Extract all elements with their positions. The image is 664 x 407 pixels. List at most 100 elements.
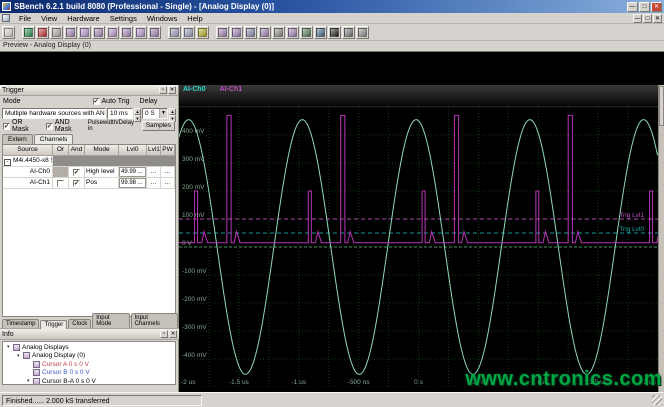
or-checkbox[interactable] [57, 179, 64, 187]
analog-display-button[interactable] [216, 25, 229, 39]
chevron-down-icon[interactable]: ▼ [159, 109, 167, 118]
menu-settings[interactable]: Settings [105, 13, 142, 24]
card-clock-button[interactable] [106, 25, 119, 39]
column-header-lvl0[interactable]: Lvl0 [119, 145, 147, 155]
grid-settings-button[interactable] [356, 25, 369, 39]
tree-item-analog-displays[interactable]: ▾ Analog Displays [3, 343, 175, 352]
float-panel-icon[interactable]: ▫ [160, 330, 168, 338]
fft-display-button[interactable] [244, 25, 257, 39]
tab-extern[interactable]: Extern [2, 134, 33, 144]
export-data-button[interactable] [2, 25, 15, 39]
cross-display-button[interactable] [286, 25, 299, 39]
table-row[interactable]: AI-Ch1 Pos 99.98 ... ... ... [3, 178, 175, 189]
tree-item-cursor-a[interactable]: Cursor A 0 s 0 V [3, 360, 175, 369]
battery-status-button[interactable] [196, 25, 209, 39]
channel-tab-ai-ch1[interactable]: AI-Ch1 [220, 86, 243, 93]
column-header-or[interactable]: Or [53, 145, 69, 155]
svg-text:-300 mV: -300 mV [182, 324, 207, 331]
menu-view[interactable]: View [36, 13, 62, 24]
svg-text:0 s: 0 s [414, 379, 423, 386]
waveform-plot[interactable]: Trig Lvl1 Trig Lvl0 400 mV 300 mV 200 mV 100 … [179, 107, 658, 387]
trigger-mode-cell[interactable]: Pos [85, 178, 119, 188]
column-header-source[interactable]: Source [3, 145, 53, 155]
maximize-button[interactable]: □ [639, 1, 650, 12]
svg-text:-1 us: -1 us [292, 379, 307, 386]
trigger-mode-select[interactable]: Multiple hardware sources with AND/OR ▼ [2, 108, 106, 119]
card-trigger-button[interactable] [92, 25, 105, 39]
mdi-minimize-button[interactable]: — [633, 13, 642, 23]
text-label-button[interactable] [342, 25, 355, 39]
lvl1-cell[interactable]: ... [147, 178, 161, 188]
stop-acquisition-button[interactable] [36, 25, 49, 39]
lvl0-field[interactable]: 99.98 ... [119, 178, 146, 188]
info-panel-header: Info ▫ ✕ [0, 329, 179, 340]
tab-input-mode[interactable]: Input Mode [92, 313, 130, 328]
channel-tab-ai-ch0[interactable]: AI-Ch0 [183, 86, 206, 93]
pw-cell[interactable]: ... [161, 178, 175, 188]
column-header-and[interactable]: And [69, 145, 85, 155]
signal-calc-button[interactable] [314, 25, 327, 39]
close-panel-icon[interactable]: ✕ [169, 330, 177, 338]
multi-display-button[interactable] [258, 25, 271, 39]
card-mode-button[interactable] [134, 25, 147, 39]
trigger-mode-cell[interactable]: High level [85, 167, 119, 177]
trigger-dock-panel: Trigger ▫ ✕ Mode Auto Trig Delay Multipl… [0, 85, 179, 392]
auto-trig-checkbox[interactable] [92, 98, 100, 105]
add-channel-button[interactable] [300, 25, 313, 39]
and-checkbox[interactable] [73, 168, 80, 176]
window-tile-button[interactable] [182, 25, 195, 39]
tab-clock[interactable]: Clock [68, 319, 92, 328]
lvl0-field[interactable]: 49.99 ... [119, 167, 146, 177]
and-mask-checkbox[interactable] [45, 122, 53, 130]
tab-input-channels[interactable]: Input Channels [130, 313, 178, 328]
start-acquisition-button[interactable] [22, 25, 35, 39]
lvl1-cell[interactable]: ... [147, 167, 161, 177]
delay-spinner[interactable]: ▲ ▼ [169, 108, 176, 122]
auto-trig-spinner[interactable]: ▲ ▼ [134, 108, 141, 122]
close-panel-icon[interactable]: ✕ [168, 86, 176, 94]
resize-grip-icon[interactable] [652, 395, 662, 405]
minimize-button[interactable]: — [627, 1, 638, 12]
or-mask-checkbox[interactable] [3, 122, 10, 130]
tree-item-cursor-b-a[interactable]: ▾ Cursor B-A 0 s 0 V [3, 377, 175, 384]
close-button[interactable]: ✕ [651, 1, 662, 12]
window-cascade-button[interactable] [168, 25, 181, 39]
svg-text:0 V: 0 V [182, 240, 192, 247]
tree-item-cursor-b[interactable]: Cursor B 0 s 0 V [3, 369, 175, 378]
column-header-pw[interactable]: PW [161, 145, 175, 155]
preview-canvas[interactable] [0, 51, 664, 85]
preview-display-button[interactable] [50, 25, 63, 39]
delete-display-button[interactable] [328, 25, 341, 39]
card-settings-button[interactable] [64, 25, 77, 39]
card-input-button[interactable] [78, 25, 91, 39]
zoom-display-button[interactable] [272, 25, 285, 39]
auto-trig-time-field[interactable]: 10 ms [107, 108, 133, 119]
and-checkbox[interactable] [73, 179, 80, 187]
digital-display-button[interactable] [230, 25, 243, 39]
menu-file[interactable]: File [14, 13, 36, 24]
collapse-group-icon[interactable]: - [4, 159, 11, 166]
samples-button[interactable]: Samples [141, 121, 175, 131]
float-panel-icon[interactable]: ▫ [159, 86, 167, 94]
card-channels-button[interactable] [148, 25, 161, 39]
pw-cell[interactable]: ... [161, 167, 175, 177]
status-message: Finished...... 2.000 kS transferred [2, 394, 202, 406]
mdi-close-button[interactable]: ✕ [653, 13, 662, 23]
menu-hardware[interactable]: Hardware [62, 13, 105, 24]
menu-windows[interactable]: Windows [142, 13, 182, 24]
tab-trigger[interactable]: Trigger [40, 320, 68, 329]
column-header-mode[interactable]: Mode [85, 145, 119, 155]
mdi-restore-button[interactable]: □ [643, 13, 652, 23]
table-group-row[interactable]: -M4i.4450-x8 S... [3, 156, 175, 167]
tree-item-analog-display[interactable]: ▾ Analog Display (0) [3, 352, 175, 361]
card-output-button[interactable] [120, 25, 133, 39]
window-cascade-icon [170, 27, 179, 37]
menu-help[interactable]: Help [182, 13, 207, 24]
tab-timestamp[interactable]: Timestamp [2, 319, 40, 328]
mdi-window-buttons: — □ ✕ [632, 13, 664, 23]
table-row[interactable]: AI-Ch0 High level 49.99 ... ... ... [3, 167, 175, 178]
tree-node-icon [33, 377, 40, 384]
delay-select[interactable]: 0 S ▼ [142, 108, 168, 119]
scope-scrollbar[interactable] [658, 85, 664, 392]
column-header-lvl1[interactable]: Lvl1 [147, 145, 161, 155]
